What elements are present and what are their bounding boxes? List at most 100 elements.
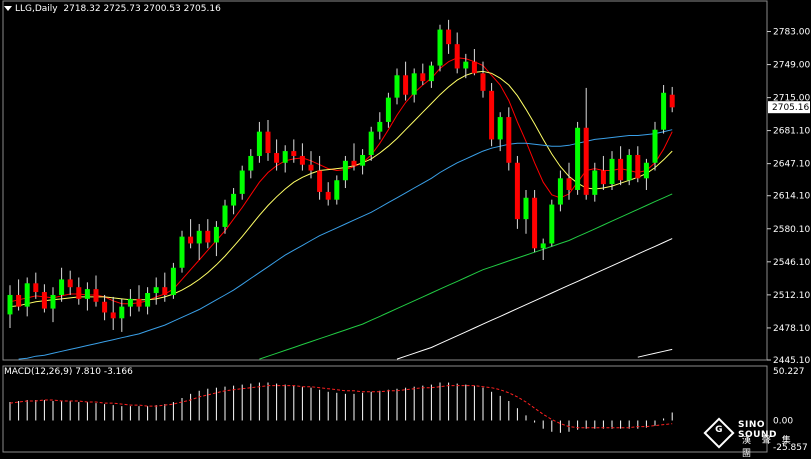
candle-body — [600, 170, 606, 185]
candle[interactable] — [360, 149, 366, 175]
candles[interactable] — [7, 19, 675, 332]
candle[interactable] — [661, 84, 667, 134]
candle[interactable] — [213, 221, 219, 257]
candle-body — [76, 287, 82, 299]
candle[interactable] — [334, 175, 340, 205]
candle[interactable] — [317, 155, 323, 200]
candle[interactable] — [231, 188, 237, 215]
candle-body — [162, 287, 168, 295]
candle[interactable] — [93, 275, 99, 307]
candle[interactable] — [239, 165, 245, 200]
candle[interactable] — [145, 287, 151, 315]
candle[interactable] — [102, 294, 108, 321]
candle-body — [239, 170, 245, 194]
candle[interactable] — [50, 287, 56, 323]
candle[interactable] — [179, 230, 185, 273]
candle[interactable] — [24, 277, 30, 317]
candle[interactable] — [394, 68, 400, 105]
candle[interactable] — [16, 279, 22, 311]
candle-body — [368, 131, 374, 155]
candle[interactable] — [299, 143, 305, 171]
symbol-label: LLG,Daily — [15, 4, 58, 14]
price-chart[interactable]: 2783.002749.002715.002681.102647.102614.… — [0, 0, 811, 455]
candle[interactable] — [411, 68, 417, 103]
macd-header: MACD(12,26,9) 7.810 -3.166 — [4, 367, 133, 378]
candle[interactable] — [471, 49, 477, 76]
candle-body — [136, 298, 142, 307]
candle[interactable] — [7, 285, 13, 329]
candle-body — [110, 312, 116, 319]
dropdown-triangle-icon[interactable] — [4, 6, 12, 11]
candle[interactable] — [170, 262, 176, 299]
candle-body — [145, 293, 151, 307]
candle[interactable] — [618, 146, 624, 186]
candle[interactable] — [33, 272, 39, 299]
candle-body — [497, 117, 503, 140]
candle[interactable] — [643, 158, 649, 190]
candle[interactable] — [575, 121, 581, 195]
candle[interactable] — [282, 145, 288, 173]
candle-body — [291, 151, 297, 156]
candle-body — [213, 226, 219, 243]
candle[interactable] — [420, 63, 426, 85]
candle[interactable] — [188, 219, 194, 249]
candle[interactable] — [368, 126, 374, 161]
candle[interactable] — [377, 112, 383, 140]
candle[interactable] — [540, 238, 546, 260]
candle-body — [403, 75, 409, 95]
candle[interactable] — [523, 189, 529, 234]
candle[interactable] — [84, 282, 90, 311]
candle-body — [334, 180, 340, 200]
candle[interactable] — [274, 139, 280, 171]
candle-body — [532, 197, 538, 249]
candle[interactable] — [127, 289, 133, 317]
candle-body — [7, 294, 13, 315]
candle-body — [265, 131, 271, 154]
candle[interactable] — [635, 146, 641, 183]
candle[interactable] — [265, 119, 271, 161]
candle-body — [454, 44, 460, 69]
candle[interactable] — [428, 61, 434, 88]
candle[interactable] — [385, 92, 391, 128]
candle-body — [471, 61, 477, 74]
candle[interactable] — [497, 112, 503, 152]
candle[interactable] — [403, 61, 409, 101]
candle[interactable] — [514, 155, 520, 229]
candle[interactable] — [549, 199, 555, 247]
candle[interactable] — [454, 32, 460, 74]
candle[interactable] — [609, 151, 615, 190]
candle[interactable] — [196, 224, 202, 260]
candle[interactable] — [256, 121, 262, 163]
price-tick-label: 2580.10 — [773, 225, 810, 235]
candle[interactable] — [41, 284, 47, 313]
candle[interactable] — [532, 189, 538, 253]
macd-signal-line — [9, 385, 673, 429]
candle[interactable] — [76, 277, 82, 305]
candle[interactable] — [600, 155, 606, 190]
candle-body — [652, 129, 658, 163]
candle-body — [463, 61, 469, 69]
candle-body — [411, 73, 417, 95]
candle-body — [618, 158, 624, 181]
candle[interactable] — [153, 277, 159, 305]
candle[interactable] — [652, 121, 658, 171]
candle[interactable] — [506, 107, 512, 171]
candle[interactable] — [557, 170, 563, 212]
moving-average-line-4 — [396, 238, 673, 360]
candle[interactable] — [325, 182, 331, 206]
candle[interactable] — [437, 24, 443, 72]
candle-body — [669, 94, 675, 108]
candle[interactable] — [669, 86, 675, 113]
chart-header[interactable]: LLG,Daily 2718.32 2725.73 2700.53 2705.1… — [4, 4, 221, 15]
candle-body — [308, 164, 314, 171]
candle[interactable] — [136, 285, 142, 312]
candle[interactable] — [342, 155, 348, 189]
candle[interactable] — [446, 19, 452, 54]
candle-body — [523, 197, 529, 220]
candle[interactable] — [67, 270, 73, 295]
candle[interactable] — [205, 219, 211, 249]
candle[interactable] — [583, 87, 589, 200]
candle[interactable] — [489, 83, 495, 147]
candle[interactable] — [626, 149, 632, 186]
candle[interactable] — [248, 149, 254, 179]
